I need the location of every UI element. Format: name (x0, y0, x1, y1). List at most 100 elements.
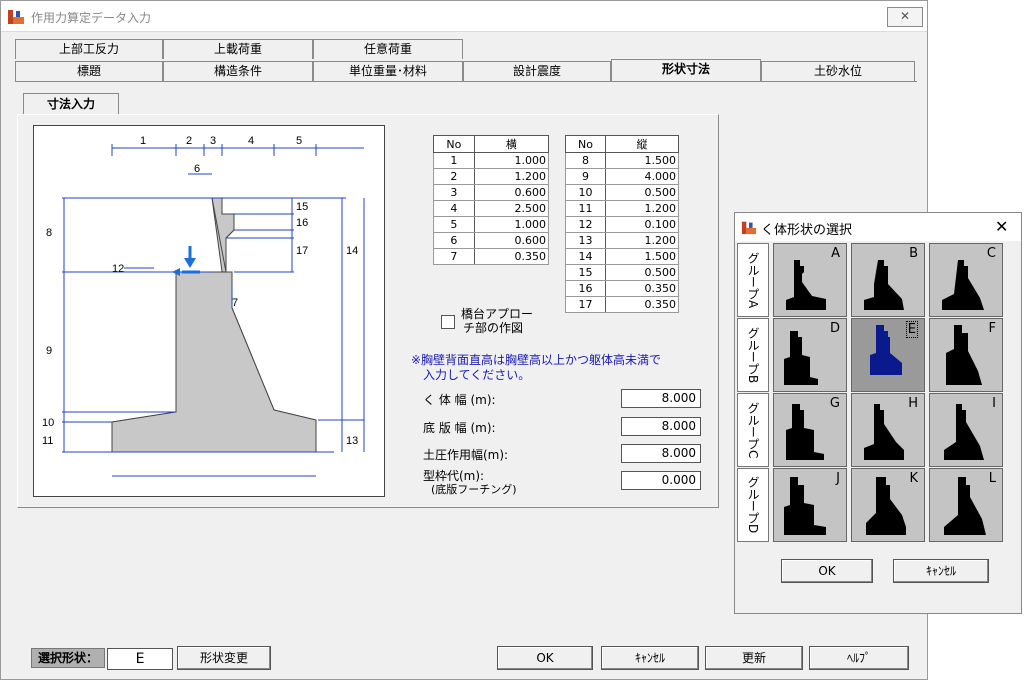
tab-soil-water-level[interactable]: 土砂水位 (761, 61, 915, 81)
yoko-value-input[interactable]: 1.200 (473, 168, 550, 185)
yoko-no: 7 (433, 248, 475, 265)
shape-letter: E (905, 321, 918, 338)
abutment-diagram: 1 2 3 4 5 6 7 8 9 10 11 12 13 14 15 16 1… (42, 135, 365, 477)
shape-option-c[interactable]: C (929, 243, 1003, 317)
tab-arbitrary-load[interactable]: 任意荷重 (313, 39, 463, 59)
load-arrow-icon (172, 246, 200, 276)
shape-letter: K (909, 471, 918, 486)
base-width-input[interactable]: 8.000 (621, 417, 701, 436)
shape-option-j[interactable]: J (773, 468, 847, 542)
note-line2: 入力してください。 (423, 368, 531, 382)
title-bar: 作用力算定データ入力 ✕ (1, 1, 927, 32)
tate-value-input[interactable]: 0.350 (604, 296, 680, 313)
ok-button[interactable]: OK (497, 646, 593, 670)
tab-seismic[interactable]: 設計震度 (463, 61, 611, 81)
group-label: グループC (737, 393, 769, 467)
tate-value-input[interactable]: 0.500 (604, 184, 680, 201)
change-shape-button[interactable]: 形状変更 (177, 646, 271, 670)
input-note: ※胸壁背面直高は胸壁高以上かつ躯体高未満で 入力してください。 (411, 353, 661, 383)
dim-label-17: 17 (296, 245, 308, 257)
close-button[interactable]: ✕ (887, 7, 923, 27)
shape-letter: F (988, 321, 996, 336)
approach-label-line2: チ部の作図 (463, 321, 524, 335)
shape-option-b[interactable]: B (851, 243, 925, 317)
table-row: 17 0.350 (565, 296, 680, 313)
yoko-value-input[interactable]: 0.600 (473, 184, 550, 201)
cancel-button[interactable]: ｷｬﾝｾﾙ (601, 646, 699, 670)
shape-letter: A (831, 246, 840, 261)
tate-value-input[interactable]: 1.500 (604, 248, 680, 265)
yoko-value-input[interactable]: 2.500 (473, 200, 550, 217)
table-row: 6 0.600 (433, 232, 550, 249)
table-header-yoko: 横 (473, 135, 550, 153)
horizontal-dimension-table: No 横 1 1.000 2 1.200 3 0.600 4 2.500 5 1.000 6 0.600… (433, 135, 550, 265)
shape-letter: J (836, 471, 840, 486)
yoko-value-input[interactable]: 1.000 (473, 216, 550, 233)
vertical-dimension-table: No 縦 8 1.500 9 4.000 10 0.500 11 1.200 12 0.100 13 1… (565, 135, 680, 313)
tate-value-input[interactable]: 0.100 (604, 216, 680, 233)
table-row: 11 1.200 (565, 200, 680, 217)
dialog-close-button[interactable]: ✕ (995, 217, 1008, 236)
shape-letter: H (908, 396, 918, 411)
shape-option-k[interactable]: K (851, 468, 925, 542)
update-button[interactable]: 更新 (705, 646, 803, 670)
dialog-title: く体形状の選択 (761, 223, 853, 238)
tate-no: 13 (565, 232, 606, 249)
yoko-no: 6 (433, 232, 475, 249)
formwork-input[interactable]: 0.000 (621, 471, 701, 490)
tate-value-input[interactable]: 4.000 (604, 168, 680, 185)
table-row: 10 0.500 (565, 184, 680, 201)
tab-upper-reaction[interactable]: 上部工反力 (15, 39, 163, 59)
tate-no: 11 (565, 200, 606, 217)
approach-checkbox[interactable] (441, 315, 455, 329)
shape-option-l[interactable]: L (929, 468, 1003, 542)
shape-letter: B (909, 246, 918, 261)
tate-value-input[interactable]: 1.200 (604, 200, 680, 217)
table-row: 15 0.500 (565, 264, 680, 281)
tab-structure-conditions[interactable]: 構造条件 (163, 61, 313, 81)
tab-surcharge-load[interactable]: 上載荷重 (163, 39, 313, 59)
yoko-value-input[interactable]: 0.350 (473, 248, 550, 265)
earth-pressure-width-label: 土圧作用幅(m): (423, 448, 509, 462)
dialog-title-bar: く体形状の選択 ✕ (735, 213, 1021, 241)
shape-option-i[interactable]: I (929, 393, 1003, 467)
tate-value-input[interactable]: 1.500 (604, 152, 680, 169)
dialog-cancel-button[interactable]: ｷｬﾝｾﾙ (893, 559, 989, 583)
dim-label-16: 16 (296, 217, 308, 229)
table-row: 2 1.200 (433, 168, 550, 185)
note-line1: ※胸壁背面直高は胸壁高以上かつ躯体高未満で (411, 353, 662, 367)
body-width-input[interactable]: 8.000 (621, 389, 701, 408)
table-header-no: No (433, 135, 475, 153)
shape-option-f[interactable]: F (929, 318, 1003, 392)
yoko-no: 1 (433, 152, 475, 169)
tab-unit-weight[interactable]: 単位重量･材料 (313, 61, 463, 81)
table-row: 12 0.100 (565, 216, 680, 233)
table-row: 16 0.350 (565, 280, 680, 297)
tate-value-input[interactable]: 1.200 (604, 232, 680, 249)
tab-title[interactable]: 標題 (15, 61, 163, 81)
yoko-value-input[interactable]: 0.600 (473, 232, 550, 249)
dim-label-12: 12 (112, 263, 124, 275)
yoko-value-input[interactable]: 1.000 (473, 152, 550, 169)
tate-no: 8 (565, 152, 606, 169)
dialog-ok-button[interactable]: OK (781, 559, 873, 583)
yoko-no: 2 (433, 168, 475, 185)
shape-option-a[interactable]: A (773, 243, 847, 317)
subtab-dimension-input[interactable]: 寸法入力 (23, 93, 119, 115)
tab-shape-dimensions[interactable]: 形状寸法 (611, 59, 761, 82)
abutment-shape (111, 197, 317, 453)
tate-no: 14 (565, 248, 606, 265)
shape-option-e[interactable]: E (851, 318, 925, 392)
tate-value-input[interactable]: 0.350 (604, 280, 680, 297)
formwork-label: 型枠代(m): (底版フーチング) (423, 469, 517, 497)
table-row: 7 0.350 (433, 248, 550, 265)
shape-option-h[interactable]: H (851, 393, 925, 467)
help-button[interactable]: ﾍﾙﾌﾟ (809, 646, 909, 670)
earth-pressure-width-input[interactable]: 8.000 (621, 444, 701, 463)
tate-value-input[interactable]: 0.500 (604, 264, 680, 281)
dim-label-4: 4 (248, 135, 254, 147)
shape-option-g[interactable]: G (773, 393, 847, 467)
formwork-label-line1: 型枠代(m): (423, 469, 485, 483)
shape-option-d[interactable]: D (773, 318, 847, 392)
dim-label-9: 9 (46, 345, 52, 357)
